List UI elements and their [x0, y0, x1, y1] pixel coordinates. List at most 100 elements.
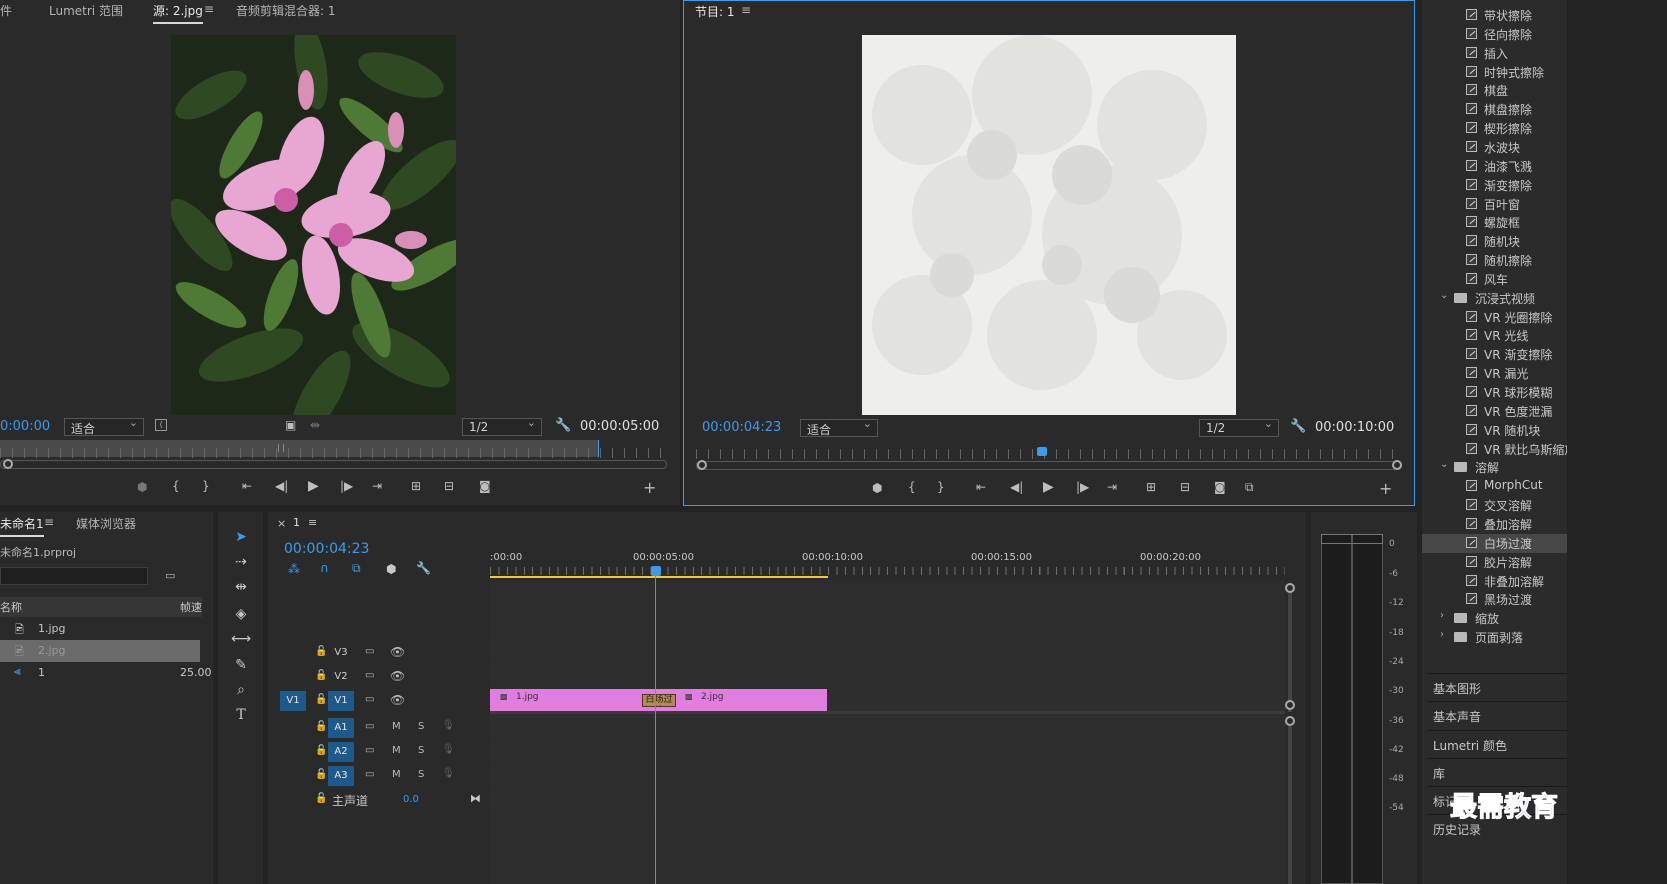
effects-item[interactable]: 带状擦除 [1422, 6, 1567, 25]
track-label-v2[interactable]: V2 [328, 667, 354, 687]
track-a2-lane[interactable] [490, 739, 1285, 761]
track-label-v3[interactable]: V3 [328, 643, 354, 663]
program-fit-dropdown[interactable]: 适合 [800, 417, 878, 437]
panel-libraries[interactable]: 库 [1427, 758, 1567, 785]
project-column-name[interactable]: 名称 [0, 599, 22, 615]
source-scrub-track[interactable] [0, 460, 667, 469]
program-resolution-dropdown[interactable]: 1/2 [1199, 417, 1279, 437]
track-select-tool-icon[interactable]: ⇢ [231, 552, 251, 572]
effects-item[interactable]: 棋盘 [1422, 81, 1567, 100]
snap-icon[interactable]: ∩ [320, 561, 329, 575]
program-camera-icon[interactable]: ◙ [1214, 480, 1226, 494]
effects-folder[interactable]: ⌄ 沉浸式视频 [1422, 289, 1567, 308]
program-scrub-start-handle[interactable] [697, 460, 707, 470]
master-end-icon[interactable]: ⧓ [470, 792, 481, 805]
microphone-icon[interactable]: 🎙 [442, 720, 455, 731]
timeline-playhead-head[interactable] [651, 566, 661, 576]
lock-icon[interactable]: 🔓 [315, 721, 327, 732]
program-goto-out-icon[interactable]: ⇥ [1107, 480, 1117, 494]
project-menu-icon[interactable]: ≡ [44, 515, 54, 529]
track-v3-lane[interactable] [490, 640, 1285, 662]
video-scroll-track[interactable] [1288, 584, 1292, 712]
effects-item[interactable]: 非叠加溶解 [1422, 572, 1567, 591]
tab-program[interactable]: 节目: 1 [695, 3, 735, 20]
source-menu-icon[interactable]: ≡ [204, 2, 214, 16]
razor-tool-icon[interactable]: ◈ [231, 604, 251, 624]
tab-project[interactable]: 未命名1 [0, 515, 44, 537]
effects-item[interactable]: 黑场过渡 [1422, 590, 1567, 609]
track-a1-lane[interactable] [490, 715, 1285, 737]
lock-icon[interactable]: 🔓 [315, 670, 327, 681]
source-add-button-icon[interactable]: + [643, 478, 656, 497]
mute-button[interactable]: M [392, 745, 401, 756]
tab-lumetri-scopes[interactable]: Lumetri 范围 [49, 2, 123, 19]
sync-lock-icon[interactable]: ▭ [365, 745, 374, 756]
effects-item[interactable]: 交叉溶解 [1422, 496, 1567, 515]
program-mark-out-icon[interactable]: } [937, 480, 945, 494]
type-tool-icon[interactable]: T [231, 705, 251, 725]
lock-icon[interactable]: 🔓 [315, 694, 327, 705]
video-scroll-handle-top[interactable] [1285, 583, 1295, 593]
source-goto-out-icon[interactable]: ⇥ [372, 479, 382, 493]
effects-item[interactable]: 白场过渡 [1422, 533, 1567, 553]
program-step-forward-icon[interactable]: |▶ [1076, 480, 1089, 494]
source-drag-video-icon[interactable]: ⇹ [310, 418, 320, 432]
audio-scroll-handle-top[interactable] [1285, 716, 1295, 726]
program-playhead[interactable] [1036, 447, 1047, 456]
effects-item[interactable]: MorphCut [1422, 477, 1567, 496]
program-extract-icon[interactable]: ⊟ [1180, 480, 1190, 494]
master-volume-value[interactable]: 0.0 [403, 794, 419, 805]
source-add-marker-icon[interactable]: ⬢ [137, 480, 147, 494]
program-add-button-icon[interactable]: + [1379, 479, 1392, 498]
project-folder-icon[interactable]: ▭ [165, 569, 175, 582]
nest-icon[interactable]: ⁂ [288, 562, 300, 576]
sync-lock-icon[interactable]: ▭ [365, 721, 374, 732]
eye-icon[interactable]: 👁 [390, 645, 405, 659]
eye-icon[interactable]: 👁 [390, 693, 405, 707]
microphone-icon[interactable]: 🎙 [442, 768, 455, 779]
effects-item[interactable]: 螺旋框 [1422, 213, 1567, 232]
source-resolution-dropdown[interactable]: 1/2 [462, 416, 542, 436]
zoom-tool-icon[interactable]: ⌕ [231, 680, 251, 700]
ripple-edit-tool-icon[interactable]: ⇹ [231, 577, 251, 597]
mute-button[interactable]: M [392, 721, 401, 732]
timeline-wrench-icon[interactable]: 🔧 [416, 561, 431, 575]
solo-button[interactable]: S [418, 769, 424, 780]
effects-item[interactable]: 叠加溶解 [1422, 515, 1567, 534]
transition-white-fade[interactable]: 白场过渡 [642, 694, 676, 707]
track-label-a2[interactable]: A2 [328, 742, 354, 762]
effects-item[interactable]: 水波块 [1422, 138, 1567, 157]
effects-item[interactable]: 时钟式擦除 [1422, 63, 1567, 82]
effects-item[interactable]: VR 渐变擦除 [1422, 345, 1567, 364]
sync-lock-icon[interactable]: ▭ [365, 769, 374, 780]
timeline-close-icon[interactable]: × [277, 517, 286, 530]
source-insert-icon[interactable]: ⊞ [411, 479, 421, 493]
source-wrench-icon[interactable]: 🔧 [555, 418, 571, 433]
track-v2-lane[interactable] [490, 664, 1285, 686]
audio-scroll-track[interactable] [1288, 726, 1292, 884]
source-step-forward-icon[interactable]: |▶ [340, 479, 353, 493]
sync-lock-icon[interactable]: ▭ [365, 670, 374, 681]
clip-2jpg[interactable]: ▩ 2.jpg [657, 689, 827, 711]
track-label-v1[interactable]: V1 [328, 691, 354, 711]
effects-folder[interactable]: › 缩放 [1422, 609, 1567, 628]
chevron-right-icon[interactable]: › [1440, 610, 1444, 621]
track-label-a1[interactable]: A1 [328, 718, 354, 738]
effects-folder[interactable]: ⌄ 溶解 [1422, 458, 1567, 477]
project-search-input[interactable] [0, 567, 148, 585]
program-lift-icon[interactable]: ⊞ [1146, 480, 1156, 494]
source-play-icon[interactable]: ▶ [308, 478, 319, 494]
program-wrench-icon[interactable]: 🔧 [1290, 419, 1306, 434]
effects-item[interactable]: 随机擦除 [1422, 251, 1567, 270]
project-item-1jpg[interactable]: 🖻 1.jpg [0, 618, 200, 640]
source-scrub-start-handle[interactable] [3, 459, 13, 469]
program-compare-icon[interactable]: ⧉ [1245, 480, 1254, 495]
sync-lock-icon[interactable]: ▭ [365, 646, 374, 657]
program-play-icon[interactable]: ▶ [1043, 479, 1054, 495]
program-step-back-icon[interactable]: ◀| [1010, 480, 1023, 494]
effects-item[interactable]: 胶片溶解 [1422, 553, 1567, 572]
solo-button[interactable]: S [418, 745, 424, 756]
lock-icon[interactable]: 🔓 [315, 769, 327, 780]
effects-item[interactable]: 棋盘擦除 [1422, 100, 1567, 119]
source-export-frame-icon[interactable]: ▣ [285, 418, 296, 432]
